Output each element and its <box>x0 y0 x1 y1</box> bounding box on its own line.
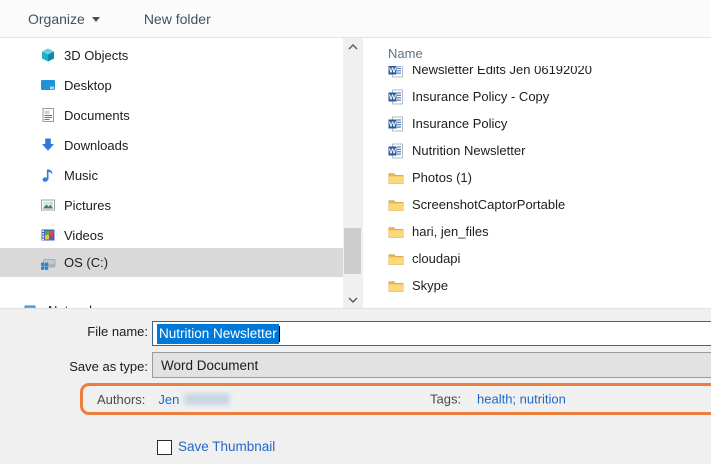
word-doc-icon: W <box>388 116 404 132</box>
file-row[interactable]: cloudapi <box>363 245 711 272</box>
file-name-input[interactable]: Nutrition Newsletter <box>152 321 711 346</box>
downloads-icon <box>40 137 56 153</box>
file-name: Insurance Policy - Copy <box>412 89 549 104</box>
save-as-dialog: Organize New folder 3D Objects Desktop D… <box>0 0 711 464</box>
sidebar-item-label: Music <box>64 168 98 183</box>
svg-text:W: W <box>389 66 397 74</box>
chevron-down-icon <box>348 297 358 303</box>
form-panel: File name: Nutrition Newsletter Save as … <box>0 308 711 464</box>
documents-icon <box>40 107 56 123</box>
svg-text:W: W <box>389 119 397 128</box>
chevron-up-icon <box>348 44 358 50</box>
svg-text:W: W <box>389 146 397 155</box>
save-as-type-select[interactable]: Word Document <box>152 352 711 378</box>
text-caret <box>279 326 280 342</box>
author-redacted-blur <box>184 393 230 405</box>
desktop-icon <box>40 77 56 93</box>
file-row[interactable]: hari, jen_files <box>363 218 711 245</box>
sidebar-item-label: Downloads <box>64 138 128 153</box>
3d-objects-icon <box>40 47 56 63</box>
file-name: Newsletter Edits Jen 06192020 <box>412 66 592 77</box>
nav-scrollbar[interactable] <box>343 38 362 308</box>
save-thumbnail-label[interactable]: Save Thumbnail <box>178 439 275 454</box>
organize-button-label: Organize <box>28 11 85 27</box>
folder-icon <box>388 197 404 213</box>
file-row[interactable]: W Newsletter Edits Jen 06192020 <box>363 66 711 83</box>
authors-label: Authors: <box>97 392 145 407</box>
sidebar-item-network[interactable]: Network <box>0 296 343 308</box>
new-folder-button[interactable]: New folder <box>144 11 211 27</box>
save-as-type-label: Save as type: <box>0 359 148 374</box>
organize-button[interactable]: Organize <box>28 11 100 27</box>
svg-text:W: W <box>389 92 397 101</box>
file-name: Nutrition Newsletter <box>412 143 525 158</box>
sidebar-item-music[interactable]: Music <box>0 161 343 189</box>
file-name-label: File name: <box>0 324 148 339</box>
caret-down-icon <box>92 17 100 22</box>
scroll-up-button[interactable] <box>343 38 362 55</box>
save-thumbnail-checkbox[interactable] <box>157 440 172 455</box>
file-row[interactable]: ScreenshotCaptorPortable <box>363 191 711 218</box>
sidebar-item-label: Desktop <box>64 78 112 93</box>
pictures-icon <box>40 197 56 213</box>
scroll-down-button[interactable] <box>343 291 362 308</box>
column-header-name[interactable]: Name <box>388 46 423 61</box>
file-name: Photos (1) <box>412 170 472 185</box>
authors-value[interactable]: Jen <box>158 392 179 407</box>
metadata-highlight-box: Authors: Jen Tags: health; nutrition <box>80 383 711 415</box>
word-doc-icon: W <box>388 143 404 159</box>
sidebar-item-label: Videos <box>64 228 104 243</box>
browser-pane: 3D Objects Desktop Documents Downloads M… <box>0 38 711 308</box>
tags-label: Tags: <box>430 392 461 407</box>
sidebar-item-3d-objects[interactable]: 3D Objects <box>0 41 343 69</box>
music-icon <box>40 167 56 183</box>
tags-value[interactable]: health; nutrition <box>477 392 566 407</box>
new-folder-button-label: New folder <box>144 11 211 27</box>
toolbar: Organize New folder <box>0 0 711 38</box>
file-list: W Newsletter Edits Jen 06192020 W Insura… <box>363 66 711 308</box>
file-row[interactable]: Photos (1) <box>363 164 711 191</box>
file-name: Insurance Policy <box>412 116 507 131</box>
sidebar-item-downloads[interactable]: Downloads <box>0 131 343 159</box>
sidebar-item-label: Pictures <box>64 198 111 213</box>
os-drive-icon <box>40 255 56 271</box>
file-name: hari, jen_files <box>412 224 489 239</box>
file-row[interactable]: W Nutrition Newsletter <box>363 137 711 164</box>
sidebar-item-label: 3D Objects <box>64 48 128 63</box>
file-row[interactable]: W Insurance Policy <box>363 110 711 137</box>
word-doc-icon: W <box>388 89 404 105</box>
file-name: ScreenshotCaptorPortable <box>412 197 565 212</box>
file-name: Skype <box>412 278 448 293</box>
file-row[interactable]: Skype <box>363 272 711 299</box>
folder-icon <box>388 251 404 267</box>
file-name: cloudapi <box>412 251 460 266</box>
folder-icon <box>388 278 404 294</box>
file-row[interactable]: W Insurance Policy - Copy <box>363 83 711 110</box>
sidebar-item-videos[interactable]: Videos <box>0 221 343 249</box>
word-doc-icon: W <box>388 66 404 78</box>
sidebar-item-pictures[interactable]: Pictures <box>0 191 343 219</box>
videos-icon <box>40 227 56 243</box>
sidebar-item-documents[interactable]: Documents <box>0 101 343 129</box>
sidebar-item-label: OS (C:) <box>64 255 108 270</box>
folder-icon <box>388 170 404 186</box>
save-as-type-value: Word Document <box>161 358 258 373</box>
folder-icon <box>388 224 404 240</box>
sidebar-item-label: Documents <box>64 108 130 123</box>
scrollbar-thumb[interactable] <box>344 228 361 274</box>
sidebar-item-os-c[interactable]: OS (C:) <box>0 248 343 277</box>
sidebar-item-desktop[interactable]: Desktop <box>0 71 343 99</box>
selected-text: Nutrition Newsletter <box>157 324 279 344</box>
